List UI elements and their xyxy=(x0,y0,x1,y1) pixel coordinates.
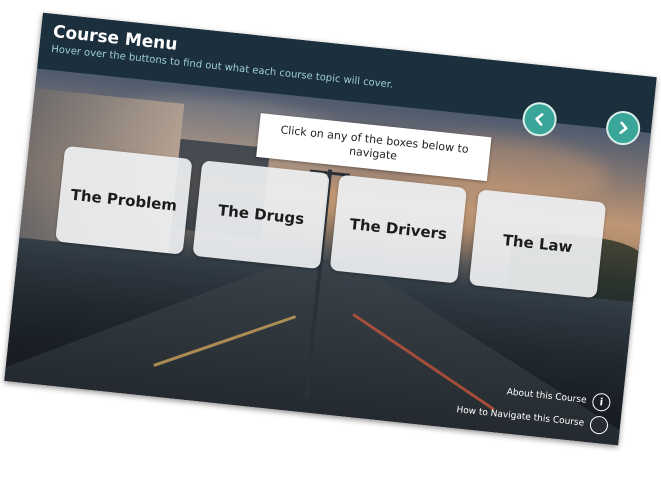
chevron-right-icon xyxy=(619,121,628,135)
info-icon: i xyxy=(591,392,612,413)
topic-button-the-drivers[interactable]: The Drivers xyxy=(329,174,468,284)
chevron-left-icon xyxy=(535,113,544,126)
compass-icon xyxy=(589,415,609,436)
topic-button-the-law[interactable]: The Law xyxy=(468,189,607,299)
topic-button-the-drugs[interactable]: The Drugs xyxy=(192,160,330,270)
course-slide: Course Menu Hover over the buttons to fi… xyxy=(4,12,657,446)
topic-button-the-problem[interactable]: The Problem xyxy=(55,145,193,255)
